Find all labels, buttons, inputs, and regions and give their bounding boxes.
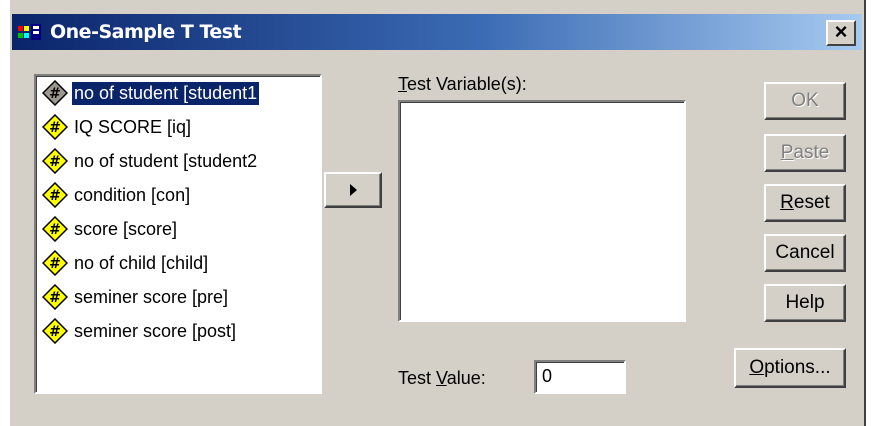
test-value-label: Test Value:	[398, 368, 486, 389]
test-value-input[interactable]: 0	[534, 360, 626, 394]
paste-button[interactable]: Paste	[764, 134, 846, 172]
variable-label: no of student [student2	[74, 150, 258, 171]
ok-button-label: OK	[791, 90, 819, 111]
variable-list-item[interactable]: # condition [con]	[36, 178, 320, 212]
test-variables-label-mnemonic: T	[398, 74, 407, 94]
reset-button-mnemonic: R	[780, 192, 794, 213]
variable-label: IQ SCORE [iq]	[74, 116, 192, 137]
svg-text:#: #	[49, 222, 61, 238]
options-button-label: ptions...	[764, 357, 831, 378]
variable-label: seminer score [post]	[74, 320, 237, 341]
source-variable-list[interactable]: # no of student [student1 # IQ SCORE [iq] # n…	[34, 74, 322, 394]
svg-text:#: #	[49, 120, 61, 136]
test-variables-label-text: est Variable(s):	[407, 74, 527, 94]
variable-label: condition [con]	[74, 184, 191, 205]
cancel-button[interactable]: Cancel	[764, 234, 846, 272]
reset-button-label: eset	[793, 192, 830, 213]
variable-list-item[interactable]: # no of child [child]	[36, 246, 320, 280]
scale-variable-icon: #	[42, 182, 68, 208]
ok-button[interactable]: OK	[764, 82, 846, 120]
close-button[interactable]: ×	[826, 20, 856, 46]
close-icon: ×	[834, 19, 848, 44]
scale-variable-icon: #	[42, 318, 68, 344]
variable-list-item[interactable]: # score [score]	[36, 212, 320, 246]
help-button[interactable]: Help	[764, 284, 846, 322]
variable-list-item[interactable]: # seminer score [post]	[36, 314, 320, 348]
test-value-label-mnemonic: V	[436, 368, 447, 388]
scale-variable-icon: #	[42, 114, 68, 140]
variable-list-item[interactable]: # IQ SCORE [iq]	[36, 110, 320, 144]
svg-text:#: #	[49, 324, 61, 340]
svg-text:#: #	[49, 256, 61, 272]
one-sample-t-test-dialog: One-Sample T Test × # no of student [stud…	[8, 0, 866, 426]
options-button-mnemonic: O	[749, 357, 765, 378]
svg-text:#: #	[49, 188, 61, 204]
scale-variable-icon: #	[42, 80, 68, 106]
test-value-label-post: alue:	[446, 368, 486, 388]
options-button[interactable]: Options...	[734, 348, 846, 388]
test-value-label-pre: Test	[398, 368, 437, 388]
variable-label: no of child [child]	[74, 252, 209, 273]
variable-label: score [score]	[74, 218, 178, 239]
variable-list-item[interactable]: # no of student [student1	[36, 76, 320, 110]
scale-variable-icon: #	[42, 216, 68, 242]
title-bar[interactable]: One-Sample T Test ×	[12, 14, 862, 50]
scale-variable-icon: #	[42, 250, 68, 276]
paste-button-label: aste	[793, 142, 830, 163]
paste-button-mnemonic: P	[780, 142, 794, 163]
svg-text:#: #	[49, 290, 61, 306]
reset-button[interactable]: Reset	[764, 184, 846, 222]
scale-variable-icon: #	[42, 284, 68, 310]
help-button-label: Help	[785, 292, 825, 313]
test-variables-list[interactable]	[398, 100, 686, 322]
cancel-button-label: Cancel	[775, 242, 835, 263]
move-variable-button[interactable]	[324, 172, 382, 208]
variable-list-item[interactable]: # seminer score [pre]	[36, 280, 320, 314]
scale-variable-icon: #	[42, 148, 68, 174]
window-title: One-Sample T Test	[50, 21, 242, 43]
arrow-right-icon	[349, 184, 357, 196]
spss-app-icon	[18, 24, 41, 40]
variable-list-item[interactable]: # no of student [student2	[36, 144, 320, 178]
variable-label: no of student [student1	[70, 80, 261, 106]
test-variables-label: Test Variable(s):	[398, 74, 527, 95]
svg-text:#: #	[49, 86, 61, 102]
svg-text:#: #	[49, 154, 61, 170]
variable-label: seminer score [pre]	[74, 286, 229, 307]
